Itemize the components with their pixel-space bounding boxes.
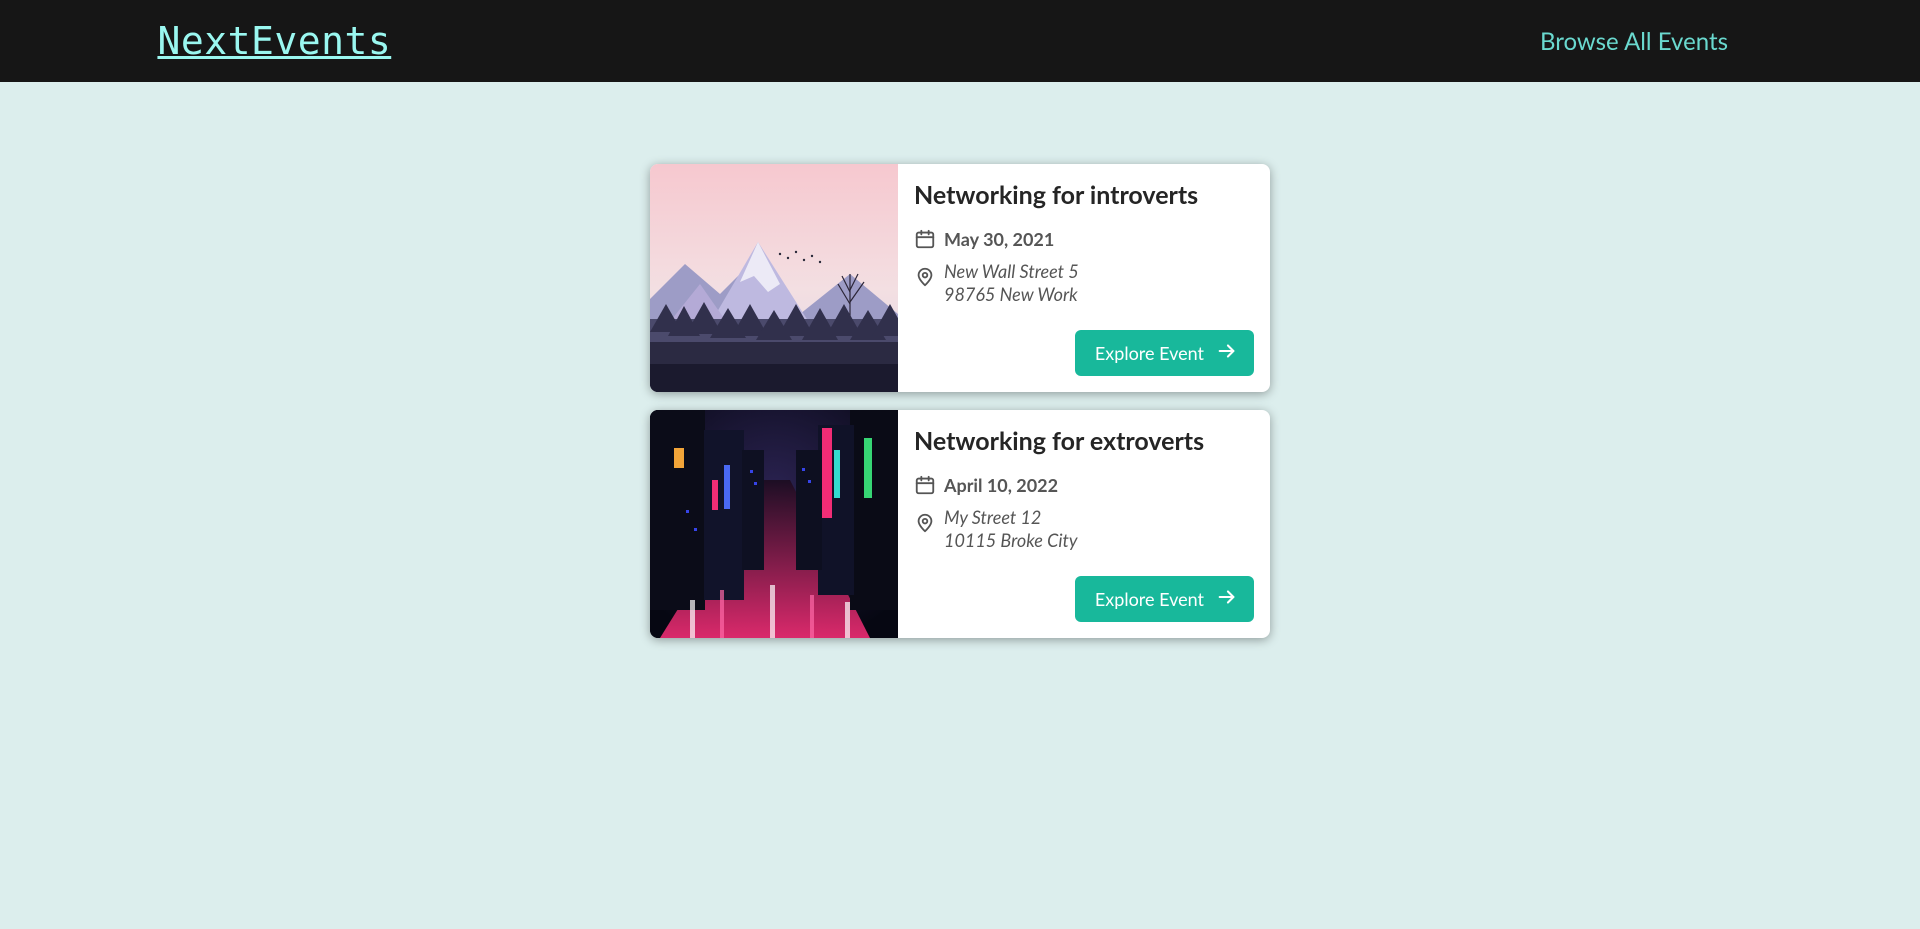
- site-logo[interactable]: NextEvents: [157, 19, 391, 63]
- nav-browse-all[interactable]: Browse All Events: [1540, 27, 1728, 56]
- event-date: May 30, 2021: [944, 228, 1054, 250]
- arrow-right-icon: [1216, 586, 1238, 612]
- event-image: [650, 164, 898, 392]
- explore-event-button[interactable]: Explore Event: [1075, 330, 1254, 376]
- event-date-row: May 30, 2021: [914, 228, 1254, 250]
- explore-event-label: Explore Event: [1095, 588, 1204, 610]
- event-address: My Street 12 10115 Broke City: [944, 506, 1078, 553]
- event-address-row: My Street 12 10115 Broke City: [914, 506, 1254, 553]
- event-title: Networking for extroverts: [914, 426, 1254, 456]
- site-header: NextEvents Browse All Events: [0, 0, 1920, 82]
- arrow-right-icon: [1216, 340, 1238, 366]
- calendar-icon: [914, 228, 936, 250]
- event-title: Networking for introverts: [914, 180, 1254, 210]
- explore-event-button[interactable]: Explore Event: [1075, 576, 1254, 622]
- location-pin-icon: [914, 266, 936, 288]
- event-address-row: New Wall Street 5 98765 New Work: [914, 260, 1254, 307]
- calendar-icon: [914, 474, 936, 496]
- event-address: New Wall Street 5 98765 New Work: [944, 260, 1079, 307]
- event-date: April 10, 2022: [944, 474, 1058, 496]
- event-list: Networking for introverts May 30, 2021: [650, 164, 1270, 638]
- event-card: Networking for introverts May 30, 2021: [650, 164, 1270, 392]
- event-date-row: April 10, 2022: [914, 474, 1254, 496]
- explore-event-label: Explore Event: [1095, 342, 1204, 364]
- event-card: Networking for extroverts April 10, 2022: [650, 410, 1270, 638]
- event-image: [650, 410, 898, 638]
- location-pin-icon: [914, 512, 936, 534]
- main-nav: Browse All Events: [1540, 27, 1728, 56]
